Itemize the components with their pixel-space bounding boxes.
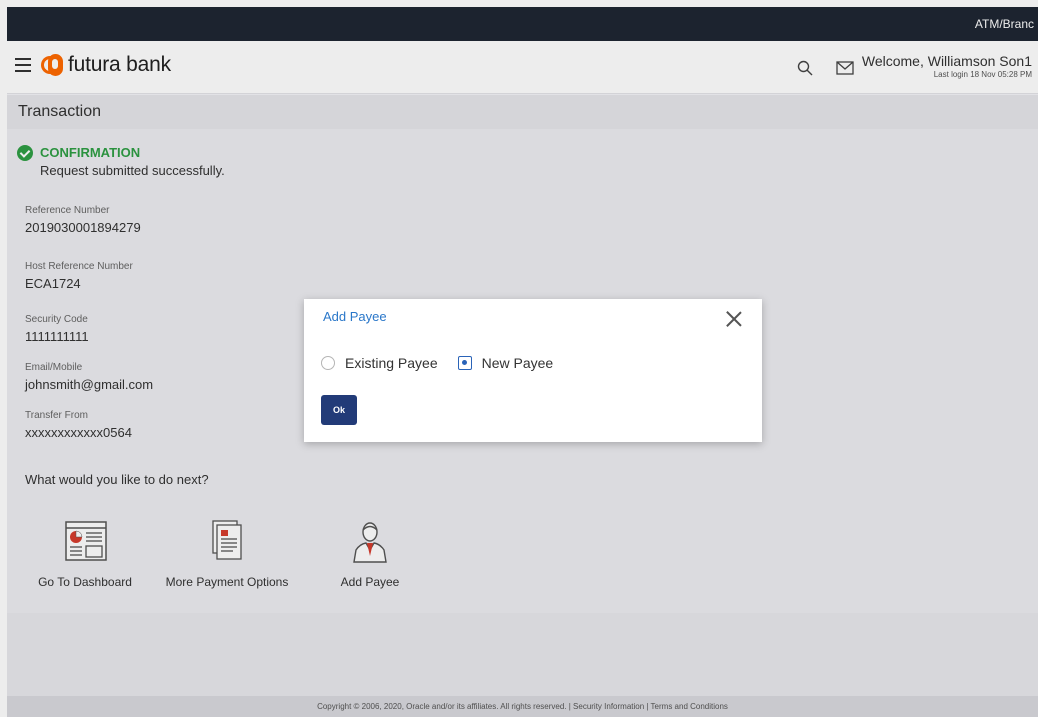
radio-unchecked-icon <box>321 356 335 370</box>
add-payee-dialog: Add Payee Existing Payee New Payee Ok <box>304 299 762 442</box>
payee-type-radio-group: Existing Payee New Payee <box>321 355 573 371</box>
dialog-title: Add Payee <box>323 309 387 324</box>
new-payee-radio[interactable]: New Payee <box>457 355 554 371</box>
radio-label: New Payee <box>481 355 554 371</box>
radio-checked-icon <box>457 356 472 370</box>
ok-button[interactable]: Ok <box>321 395 357 425</box>
radio-label: Existing Payee <box>345 355 438 371</box>
close-icon[interactable] <box>724 309 744 329</box>
existing-payee-radio[interactable]: Existing Payee <box>321 355 438 371</box>
